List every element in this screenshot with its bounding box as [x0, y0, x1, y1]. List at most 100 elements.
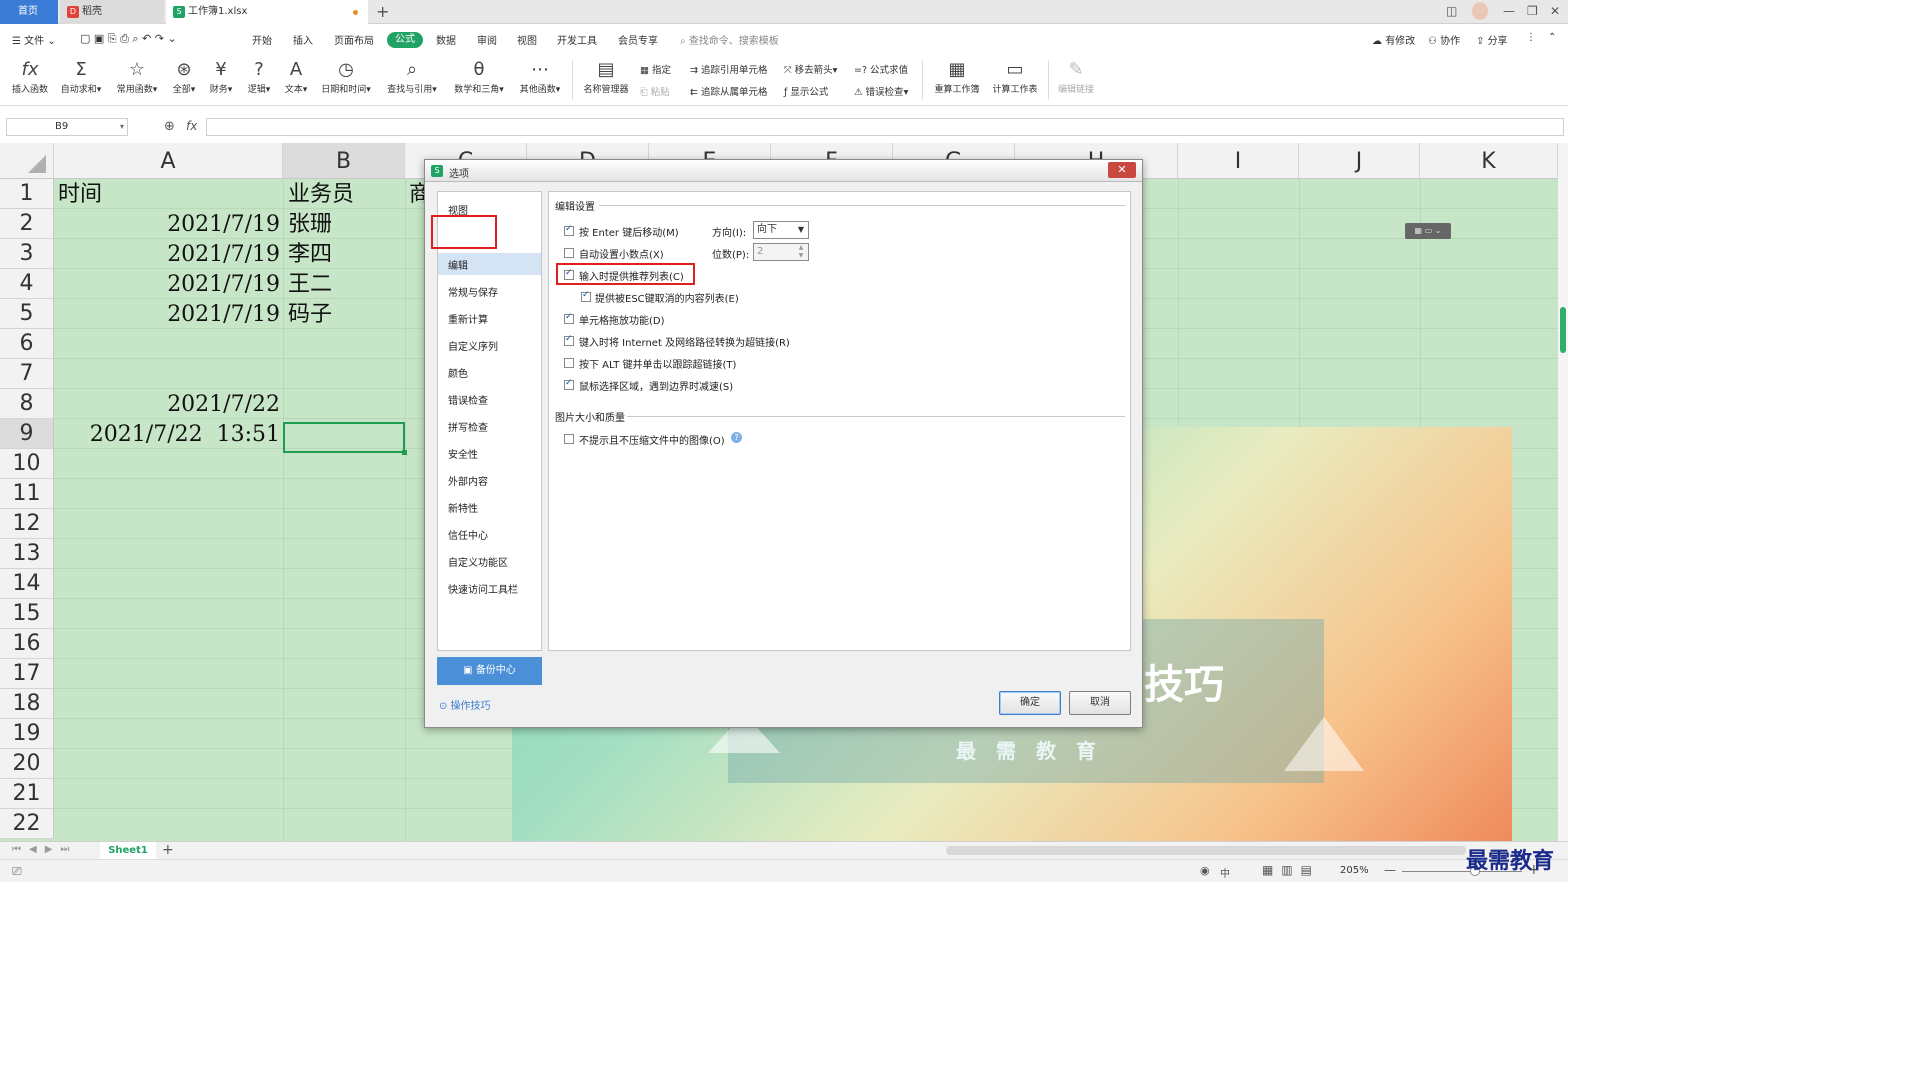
row-header[interactable]: 15 — [0, 599, 54, 629]
row-header[interactable]: 22 — [0, 809, 54, 839]
input-mode[interactable]: 中 — [1220, 865, 1230, 880]
nav-error-check[interactable]: 错误检查 — [448, 392, 488, 407]
menu-data[interactable]: 数据 — [436, 32, 456, 47]
row-header[interactable]: 21 — [0, 779, 54, 809]
nav-color[interactable]: 颜色 — [448, 365, 468, 380]
row-header[interactable]: 6 — [0, 329, 54, 359]
recalc-workbook-button[interactable]: ▦ 重算工作簿 — [930, 58, 984, 95]
row-header[interactable]: 20 — [0, 749, 54, 779]
eval-formula-button[interactable]: =? 公式求值 — [854, 62, 908, 76]
cell-b1[interactable]: 业务员 — [288, 179, 354, 209]
menu-start[interactable]: 开始 — [252, 32, 272, 47]
collab-button[interactable]: ⚇ 协作 — [1428, 32, 1460, 47]
row-header[interactable]: 7 — [0, 359, 54, 389]
formula-input[interactable] — [206, 118, 1564, 136]
scrollbar-thumb[interactable] — [1560, 307, 1566, 353]
calc-sheet-button[interactable]: ▭ 计算工作表 — [988, 58, 1042, 95]
ok-button[interactable]: 确定 — [999, 691, 1061, 715]
cell-a1[interactable]: 时间 — [58, 179, 102, 209]
menu-page-layout[interactable]: 页面布局 — [334, 32, 374, 47]
error-check-button[interactable]: ⚠ 错误检查▾ — [854, 84, 908, 98]
close-window-icon[interactable]: ✕ — [1550, 4, 1560, 18]
logic-button[interactable]: ? 逻辑▾ — [242, 58, 276, 95]
remove-arrows-button[interactable]: ⤧ 移去箭头▾ — [784, 62, 837, 76]
cancel-button[interactable]: 取消 — [1069, 691, 1131, 715]
row-header[interactable]: 16 — [0, 629, 54, 659]
math-button[interactable]: θ 数学和三角▾ — [448, 58, 510, 95]
row-header[interactable]: 4 — [0, 269, 54, 299]
row-header[interactable]: 8 — [0, 389, 54, 419]
hyperlink-checkbox[interactable] — [564, 334, 574, 346]
text-button[interactable]: A 文本▾ — [280, 58, 312, 95]
row-header[interactable]: 17 — [0, 659, 54, 689]
column-header-j[interactable]: J — [1299, 143, 1420, 179]
nav-edit[interactable]: 编辑 — [448, 257, 468, 272]
zoom-out-icon[interactable]: — — [1384, 863, 1396, 877]
sheet-nav-arrows-icon[interactable]: ⏮◀▶⏭ — [12, 844, 77, 855]
nav-custom-list[interactable]: 自定义序列 — [448, 338, 498, 353]
zoom-level[interactable]: 205% — [1340, 865, 1369, 876]
new-tab-button[interactable]: + — [376, 2, 389, 21]
selected-cell-b9[interactable] — [283, 422, 407, 455]
row-header[interactable]: 9 — [0, 419, 54, 449]
file-menu[interactable]: ☰ 文件 ⌄ — [12, 32, 56, 47]
common-functions-button[interactable]: ☆ 常用函数▾ — [112, 58, 162, 95]
help-icon[interactable]: ? — [731, 432, 742, 443]
dialog-close-button[interactable]: ✕ — [1108, 162, 1136, 178]
cell-a3[interactable]: 2021/7/19 — [54, 239, 280, 269]
menu-developer[interactable]: 开发工具 — [557, 32, 597, 47]
column-header-i[interactable]: I — [1178, 143, 1299, 179]
all-functions-button[interactable]: ⊛ 全部▾ — [168, 58, 200, 95]
view-mode-icons[interactable]: ▦▥▤ — [1262, 863, 1320, 877]
row-header[interactable]: 14 — [0, 569, 54, 599]
esc-list-checkbox[interactable] — [581, 290, 591, 302]
row-header[interactable]: 12 — [0, 509, 54, 539]
nav-quick-access[interactable]: 快速访问工具栏 — [448, 581, 518, 596]
tab-docer[interactable]: D 稻壳 — [60, 0, 164, 24]
menu-review[interactable]: 审阅 — [477, 32, 497, 47]
share-button[interactable]: ⇪ 分享 — [1476, 32, 1508, 47]
row-header[interactable]: 3 — [0, 239, 54, 269]
tab-home[interactable]: 首页 — [0, 0, 58, 24]
drag-drop-checkbox[interactable] — [564, 312, 574, 324]
row-header[interactable]: 10 — [0, 449, 54, 479]
minimize-icon[interactable]: — — [1503, 4, 1515, 18]
cell-b3[interactable]: 李四 — [288, 239, 332, 269]
fx-button[interactable]: fx — [186, 119, 197, 133]
tab-workbook[interactable]: S 工作簿1.xlsx — [166, 0, 368, 24]
command-search[interactable]: ⌕ 查找命令、搜索模板 — [680, 32, 779, 47]
nav-general-save[interactable]: 常规与保存 — [448, 284, 498, 299]
no-compress-checkbox[interactable] — [564, 434, 574, 444]
eye-protect-icon[interactable]: ◉ — [1200, 864, 1210, 877]
more-icon[interactable]: ⋮ — [1526, 32, 1536, 43]
horizontal-scrollbar[interactable] — [946, 846, 1466, 855]
assign-button[interactable]: ▦ 指定 — [640, 62, 671, 76]
dialog-title-bar[interactable]: S 选项 ✕ — [425, 160, 1142, 182]
zoom-search-icon[interactable]: ⊕ — [164, 119, 175, 134]
row-header[interactable]: 5 — [0, 299, 54, 329]
autosum-button[interactable]: Σ 自动求和▾ — [56, 58, 106, 95]
mouse-slow-checkbox[interactable] — [564, 378, 574, 390]
column-header-b[interactable]: B — [283, 143, 405, 179]
macro-record-icon[interactable]: ⎚ — [12, 864, 22, 879]
nav-custom-ribbon[interactable]: 自定义功能区 — [448, 554, 508, 569]
cell-b2[interactable]: 张珊 — [288, 209, 332, 239]
nav-trust-center[interactable]: 信任中心 — [448, 527, 488, 542]
finance-button[interactable]: ¥ 财务▾ — [204, 58, 238, 95]
cell-a4[interactable]: 2021/7/19 — [54, 269, 280, 299]
quick-access-toolbar[interactable]: ▢ ▣ ⎘ ⎙ ⌕ ↶ ↷ ⌄ — [80, 32, 177, 46]
alt-click-checkbox[interactable] — [564, 358, 574, 368]
has-changes-button[interactable]: ☁ 有修改 — [1372, 32, 1415, 47]
menu-view[interactable]: 视图 — [517, 32, 537, 47]
collapse-ribbon-icon[interactable]: ⌃ — [1548, 32, 1556, 43]
row-header[interactable]: 19 — [0, 719, 54, 749]
direction-select[interactable]: 向下 ▼ — [753, 221, 809, 239]
nav-external[interactable]: 外部内容 — [448, 473, 488, 488]
name-box[interactable]: B9 — [6, 118, 128, 136]
auto-decimal-checkbox[interactable] — [564, 248, 574, 258]
column-header-k[interactable]: K — [1420, 143, 1558, 179]
other-functions-button[interactable]: ⋯ 其他函数▾ — [514, 58, 566, 95]
avatar[interactable] — [1472, 2, 1488, 20]
menu-insert[interactable]: 插入 — [293, 32, 313, 47]
edit-links-button[interactable]: ✎ 编辑链接 — [1054, 58, 1098, 95]
